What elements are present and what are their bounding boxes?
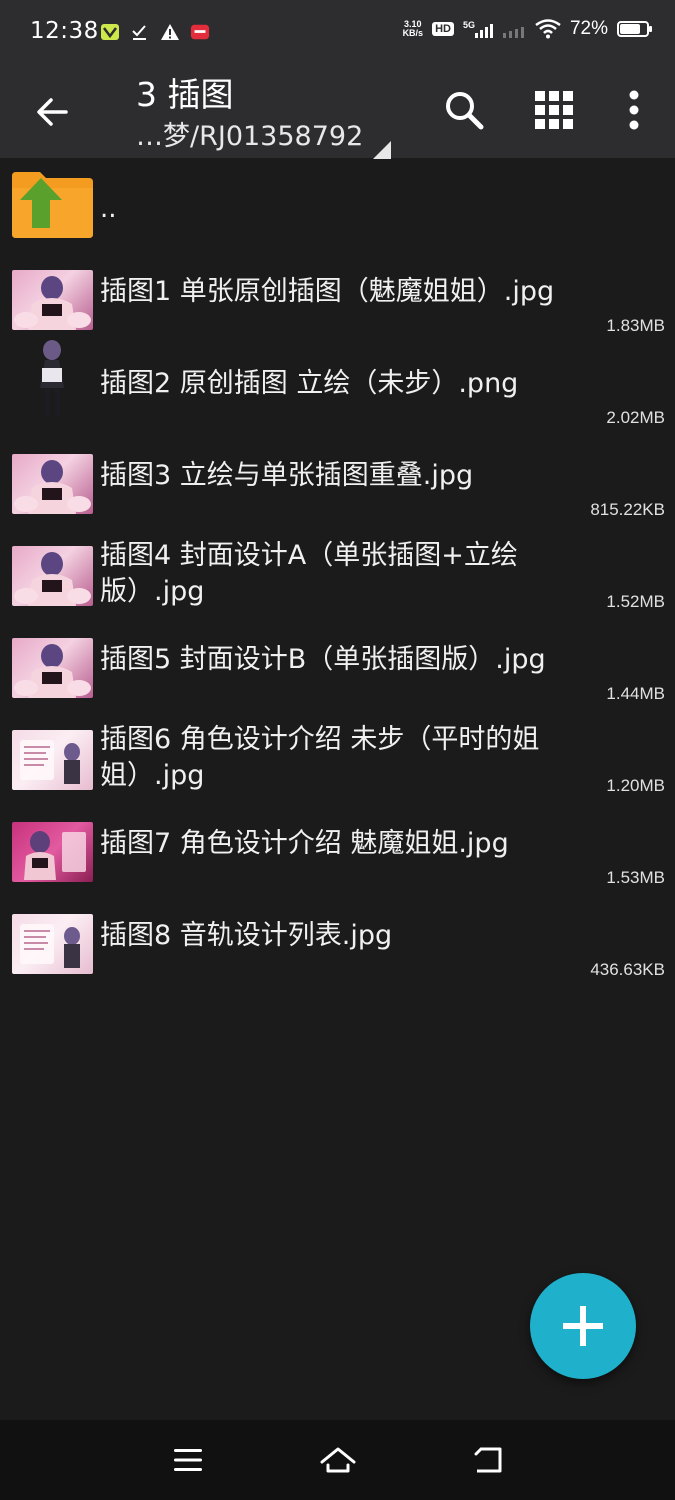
warning-icon <box>160 22 180 42</box>
file-size: 1.53MB <box>606 868 665 887</box>
file-thumbnail <box>12 822 93 882</box>
file-thumbnail <box>12 454 93 514</box>
file-thumbnail <box>12 638 93 698</box>
home-icon <box>320 1447 356 1473</box>
file-name: 插图8 音轨设计列表.jpg <box>100 920 393 951</box>
arrow-back-icon <box>37 98 68 126</box>
file-name: 插图5 封面设计B（单张插图版）.jpg <box>100 644 546 675</box>
file-row[interactable]: 插图7 角色设计介绍 魅魔姐姐.jpg 1.53MB <box>0 806 675 898</box>
path-dropdown[interactable]: …梦/RJ01358792 <box>136 114 392 159</box>
status-bar: 12:38 3.10 KB/s HD 5G 72% <box>0 0 675 66</box>
menu-icon <box>174 1449 202 1471</box>
more-vert-icon <box>629 90 639 130</box>
file-row[interactable]: 插图3 立绘与单张插图重叠.jpg 815.22KB <box>0 438 675 530</box>
wifi-icon <box>535 19 561 39</box>
file-thumbnail <box>12 546 93 606</box>
battery-percent: 72% <box>569 18 608 39</box>
recent-apps-button[interactable] <box>163 1438 213 1482</box>
file-name: 插图4 封面设计A（单张插图+立绘版）.jpg <box>100 540 518 607</box>
status-right-group: 3.10 KB/s HD 5G 72% <box>403 18 652 40</box>
file-thumbnail <box>12 270 93 330</box>
folder-path: …梦/RJ01358792 <box>136 121 364 152</box>
file-name: 插图6 角色设计介绍 未步（平时的姐姐）.jpg <box>100 724 540 791</box>
add-fab-button[interactable] <box>530 1273 636 1379</box>
app-notification-icon <box>100 22 120 42</box>
file-size: 436.63KB <box>590 960 665 979</box>
file-name: 插图3 立绘与单张插图重叠.jpg <box>100 460 474 491</box>
more-options-button[interactable] <box>606 82 662 138</box>
signal-5g-icon: 5G <box>463 19 493 39</box>
hd-badge: HD <box>432 22 454 36</box>
file-name: 插图7 角色设计介绍 魅魔姐姐.jpg <box>100 828 509 859</box>
file-size: 815.22KB <box>590 500 665 519</box>
battery-fill <box>620 24 641 34</box>
grid-view-icon <box>535 91 573 129</box>
network-speed-unit: KB/s <box>402 28 424 38</box>
file-thumbnail <box>12 340 93 434</box>
network-speed: 3.10 KB/s <box>403 20 424 38</box>
file-thumbnail <box>12 914 93 974</box>
dropdown-triangle-icon <box>373 141 392 159</box>
file-size: 1.83MB <box>606 316 665 335</box>
status-notification-icons <box>100 22 210 42</box>
file-row[interactable]: 插图8 音轨设计列表.jpg 436.63KB <box>0 898 675 990</box>
folder-title: 3 插图 <box>136 75 234 114</box>
app-bar: 3 插图 …梦/RJ01358792 <box>0 66 675 159</box>
parent-folder-row[interactable]: .. <box>0 158 675 254</box>
navigation-bar <box>0 1420 675 1500</box>
file-row[interactable]: 插图4 封面设计A（单张插图+立绘版）.jpg 1.52MB <box>0 530 675 622</box>
search-icon <box>446 92 484 130</box>
battery-icon <box>617 21 652 37</box>
file-row[interactable]: 插图2 原创插图 立绘（未步）.png 2.02MB <box>0 340 675 438</box>
file-name: 插图2 原创插图 立绘（未步）.png <box>100 368 519 399</box>
file-row[interactable]: 插图1 单张原创插图（魅魔姐姐）.jpg 1.83MB <box>0 254 675 346</box>
file-name: 插图1 单张原创插图（魅魔姐姐）.jpg <box>100 276 555 307</box>
file-size: 2.02MB <box>606 408 665 427</box>
file-row[interactable]: 插图6 角色设计介绍 未步（平时的姐姐）.jpg 1.20MB <box>0 714 675 806</box>
file-list: .. 插图1 单张原创插图（魅魔姐姐）.jpg 1.83MB 插图2 原创插图 立绘… <box>0 158 675 990</box>
check-notification-icon <box>130 22 150 42</box>
file-size: 1.20MB <box>606 776 665 795</box>
app-badge-icon <box>190 22 210 42</box>
grid-view-button[interactable] <box>526 82 582 138</box>
home-button[interactable] <box>313 1438 363 1482</box>
parent-folder-label: .. <box>100 194 117 224</box>
folder-up-icon <box>12 172 93 238</box>
file-size: 1.52MB <box>606 592 665 611</box>
file-size: 1.44MB <box>606 684 665 703</box>
file-thumbnail <box>12 730 93 790</box>
search-button[interactable] <box>436 82 492 138</box>
status-time: 12:38 <box>30 18 99 44</box>
back-button[interactable] <box>24 84 80 140</box>
back-icon <box>474 1447 502 1473</box>
network-label: 5G <box>463 20 475 30</box>
files-container: 插图1 单张原创插图（魅魔姐姐）.jpg 1.83MB 插图2 原创插图 立绘（未步… <box>0 254 675 990</box>
system-back-button[interactable] <box>463 1438 513 1482</box>
signal-secondary-icon <box>502 19 526 39</box>
plus-icon <box>563 1306 603 1346</box>
file-row[interactable]: 插图5 封面设计B（单张插图版）.jpg 1.44MB <box>0 622 675 714</box>
